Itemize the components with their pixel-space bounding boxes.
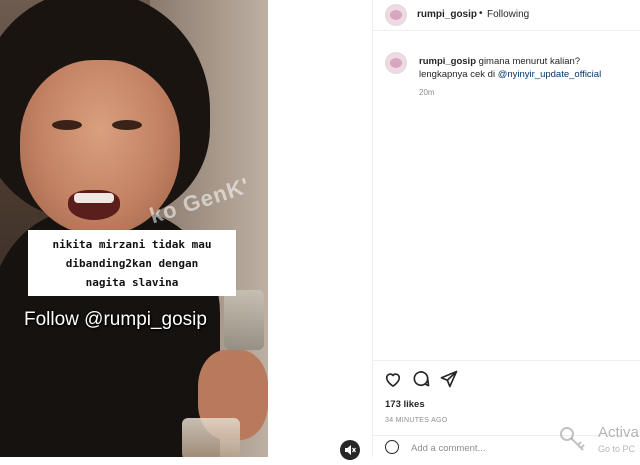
comment-button[interactable] [411, 369, 431, 389]
share-button[interactable] [439, 369, 459, 389]
emoji-icon[interactable] [385, 440, 399, 454]
avatar[interactable] [385, 52, 407, 74]
video-figure-teeth [74, 193, 114, 203]
caption-mention-link[interactable]: @nyinyir_update_official [498, 69, 601, 80]
share-icon [440, 370, 458, 388]
video-caption-line: nikita mirzani tidak mau [52, 238, 212, 251]
activate-windows-subtext: Go to PC [598, 444, 636, 454]
post-details-panel: rumpi_gosip • Following rumpi_gosip gima… [372, 0, 640, 457]
caption-body: gimana menurut kalian? [476, 56, 581, 67]
caption-text: rumpi_gosip gimana menurut kalian? lengk… [419, 55, 629, 81]
likes-count[interactable]: 173 likes [385, 399, 425, 410]
avatar[interactable] [385, 4, 407, 26]
post-video[interactable]: ko GenK' nikita mirzani tidak mau diband… [0, 0, 268, 457]
video-caption-line: dibanding2kan dengan [65, 257, 199, 270]
video-caption: nikita mirzani tidak mau dibanding2kan d… [28, 230, 236, 296]
post-timestamp: 34 MINUTES AGO [385, 417, 448, 424]
key-icon [560, 427, 585, 451]
heart-icon [385, 373, 401, 388]
caption-timestamp: 20m [419, 88, 435, 97]
caption-body-2: lengkapnya cek di [419, 69, 498, 80]
header-separator: • [479, 8, 483, 19]
video-letterbox [268, 0, 372, 457]
like-button[interactable] [383, 369, 403, 389]
video-glass [224, 290, 264, 350]
activate-windows-text: Activa [598, 424, 639, 441]
following-button[interactable]: Following [487, 9, 529, 20]
caption-username[interactable]: rumpi_gosip [419, 56, 476, 67]
video-follow-text: Follow @rumpi_gosip [24, 309, 207, 330]
mute-button[interactable] [340, 440, 360, 460]
comment-icon [413, 371, 430, 387]
video-figure-eye-left [52, 120, 82, 130]
video-caption-line: nagita slavina [85, 276, 179, 289]
speaker-mute-icon [345, 445, 356, 455]
add-comment-input[interactable]: Add a comment... [411, 443, 485, 454]
video-figure-eye-right [112, 120, 142, 130]
post-header: rumpi_gosip • Following [373, 0, 640, 31]
video-cup [182, 418, 240, 457]
header-username[interactable]: rumpi_gosip [417, 9, 477, 20]
